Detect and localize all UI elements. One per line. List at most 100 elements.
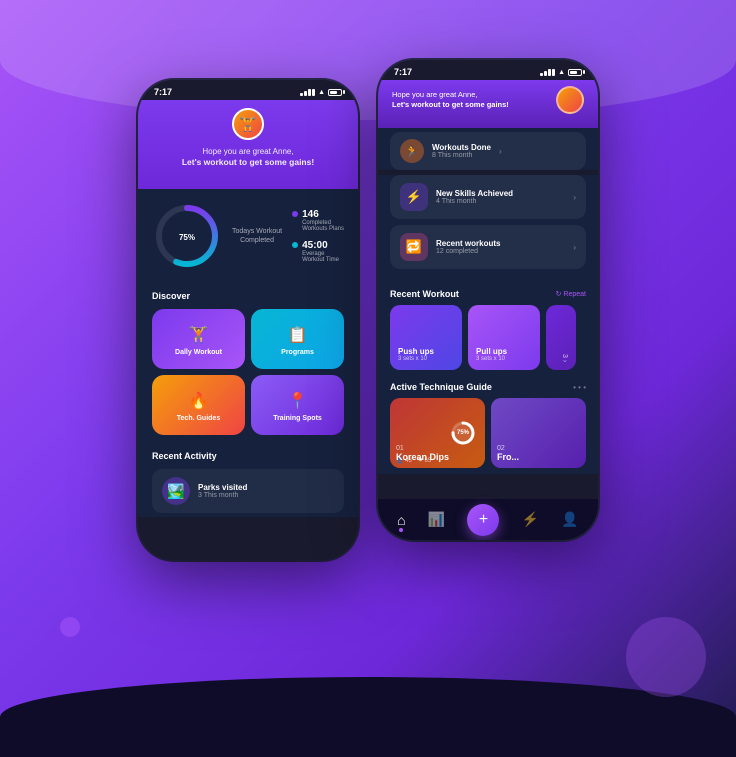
workout-cards: Push ups 3 sets x 10 Pull ups 3 sets x 1…: [390, 305, 586, 370]
technique-cards: 01 Korean Dips 75% 👤 43 ❤ 6: [390, 398, 586, 468]
card-training-spots[interactable]: 📍 Training Spots: [251, 375, 344, 435]
stat-time: 45:00 EverageWorkout Time: [292, 240, 344, 263]
p2-greeting-2: Let's workout to get some gains!: [392, 100, 509, 109]
recent-activity-title: Recent Activity: [152, 451, 344, 461]
activity-card-skills[interactable]: ⚡ New Skills Achieved 4 This month ›: [390, 175, 586, 219]
p2-battery-icon: [568, 69, 582, 76]
tech-label: Tech. Guides: [177, 415, 220, 422]
wifi-icon: ▲: [318, 89, 325, 96]
signal-bar-3: [308, 89, 311, 96]
ac-chevron-recent: ›: [573, 243, 576, 252]
tc-num-front: 02: [497, 445, 519, 452]
workout-card-pullups[interactable]: Pull ups 3 sets x 10: [468, 305, 540, 370]
p2-signal-4: [552, 69, 555, 76]
pushups-sub: 3 sets x 10: [398, 356, 454, 362]
training-icon: 📍: [288, 391, 308, 411]
home-icon: ⌂: [397, 512, 405, 528]
discover-title: Discover: [152, 291, 344, 301]
sc-icon-workouts: 🏃: [400, 139, 424, 163]
completed-count: 146: [302, 209, 344, 220]
tc-title-korean: Korean Dips: [396, 452, 449, 462]
stat-completed-text: 146 CompletedWorkouts Plans: [302, 209, 344, 232]
technique-card-front[interactable]: 02 Fro...: [491, 398, 586, 468]
sc-chevron-workouts: ›: [499, 147, 502, 156]
phone2-avatar: [556, 86, 584, 114]
phones-container: 7:17 ▲ 🏋 Hope: [138, 80, 598, 560]
activity-item-parks[interactable]: 🏞️ Parks visited 3 This month: [152, 469, 344, 513]
recent-workout-section: Recent Workout ↻ Repeat Push ups 3 sets …: [378, 283, 598, 376]
ac-title-skills: New Skills Achieved: [436, 189, 565, 198]
pullups-title: Pull ups: [476, 347, 532, 356]
nav-profile[interactable]: 👤: [561, 511, 578, 528]
tc-num-korean: 01: [396, 445, 449, 452]
add-icon: +: [479, 511, 488, 529]
phone1-avatar: 🏋: [232, 108, 264, 140]
tc-content-front: 02 Fro...: [497, 445, 519, 462]
nav-home[interactable]: ⌂: [397, 512, 405, 528]
extra-text: 3 ›: [554, 354, 568, 362]
stat-time-text: 45:00 EverageWorkout Time: [302, 240, 339, 263]
stat-dot-1: [292, 211, 298, 217]
pushups-title: Push ups: [398, 347, 454, 356]
activity-icon: ⚡: [522, 511, 539, 528]
technique-dots: • • •: [573, 383, 586, 392]
daily-workout-label: Dally Workout: [175, 349, 222, 356]
bottom-nav: ⌂ 📊 + ⚡ 👤: [378, 498, 598, 540]
progress-text-label: Todays WorkoutCompleted: [232, 227, 282, 245]
scroll-card-workouts[interactable]: 🏃 Workouts Done 8 This month ›: [390, 132, 586, 170]
p2-signal-3: [548, 69, 551, 76]
battery-icon: [328, 89, 342, 96]
profile-icon: 👤: [561, 511, 578, 528]
p2-wifi-icon: ▲: [558, 69, 565, 76]
ac-chevron-skills: ›: [573, 193, 576, 202]
phone2-time: 7:17: [394, 67, 412, 77]
technique-title: Active Technique Guide: [390, 382, 492, 392]
card-tech-guides[interactable]: 🔥 Tech. Guides: [152, 375, 245, 435]
p2-signal-2: [544, 71, 547, 76]
training-label: Training Spots: [273, 415, 322, 422]
sc-sub-workouts: 8 This month: [432, 152, 491, 159]
ac-title-recent: Recent workouts: [436, 239, 565, 248]
nav-add-button[interactable]: +: [467, 504, 499, 536]
bg-wave-bottom: [0, 677, 736, 757]
tc-progress-korean: 75%: [449, 419, 477, 447]
tech-icon: 🔥: [189, 391, 209, 411]
activity-card-recent[interactable]: 🔁 Recent workouts 12 completed ›: [390, 225, 586, 269]
activity-title-parks: Parks visited: [198, 483, 247, 492]
workout-card-pushups[interactable]: Push ups 3 sets x 10: [390, 305, 462, 370]
phone1: 7:17 ▲ 🏋 Hope: [138, 80, 358, 560]
card-programs[interactable]: 📋 Programs: [251, 309, 344, 369]
phone1-header: 🏋 Hope you are great Anne, Let's workout…: [138, 100, 358, 189]
stats-row: 75% Todays WorkoutCompleted 146 Complete…: [138, 189, 358, 283]
activity-text-parks: Parks visited 3 This month: [198, 483, 247, 499]
activity-cards: ⚡ New Skills Achieved 4 This month › 🔁 R…: [378, 175, 598, 283]
stat-completed: 146 CompletedWorkouts Plans: [292, 209, 344, 232]
phone1-status-icons: ▲: [300, 89, 342, 96]
technique-card-korean[interactable]: 01 Korean Dips 75% 👤 43 ❤ 6: [390, 398, 485, 468]
nav-dot-home: [399, 528, 403, 532]
phone2-notch: [453, 60, 523, 78]
workout-card-extra[interactable]: 3 ›: [546, 305, 576, 370]
daily-workout-icon: 🏋️: [189, 325, 209, 345]
ac-text-recent: Recent workouts 12 completed: [436, 239, 565, 255]
p2-battery-fill: [570, 71, 577, 74]
signal-bar-2: [304, 91, 307, 96]
stats-icon: 📊: [428, 511, 445, 528]
pullups-sub: 3 sets x 10: [476, 356, 532, 362]
nav-stats[interactable]: 📊: [428, 511, 445, 528]
ac-icon-recent: 🔁: [400, 233, 428, 261]
tc-content-korean: 01 Korean Dips: [396, 445, 449, 462]
p2-recent-workout-header: Recent Workout ↻ Repeat: [390, 289, 586, 299]
card-daily-workout[interactable]: 🏋️ Dally Workout: [152, 309, 245, 369]
recent-workout-title: Recent Workout: [390, 289, 459, 299]
discover-grid: 🏋️ Dally Workout 📋 Programs 🔥 Tech. Guid…: [152, 309, 344, 435]
technique-section: Active Technique Guide • • • 01 Korean D…: [378, 376, 598, 474]
progress-pct: 75%: [179, 227, 195, 243]
phone2-status-icons: ▲: [540, 69, 582, 76]
repeat-action[interactable]: ↻ Repeat: [556, 290, 586, 298]
phone2-content: Hope you are great Anne, Let's workout t…: [378, 80, 598, 540]
p2-scroll-hint: 🏃 Workouts Done 8 This month ›: [378, 128, 598, 170]
nav-activity[interactable]: ⚡: [522, 511, 539, 528]
bg-circle-bl: [60, 617, 80, 637]
recent-activity-section: Recent Activity 🏞️ Parks visited 3 This …: [138, 443, 358, 517]
